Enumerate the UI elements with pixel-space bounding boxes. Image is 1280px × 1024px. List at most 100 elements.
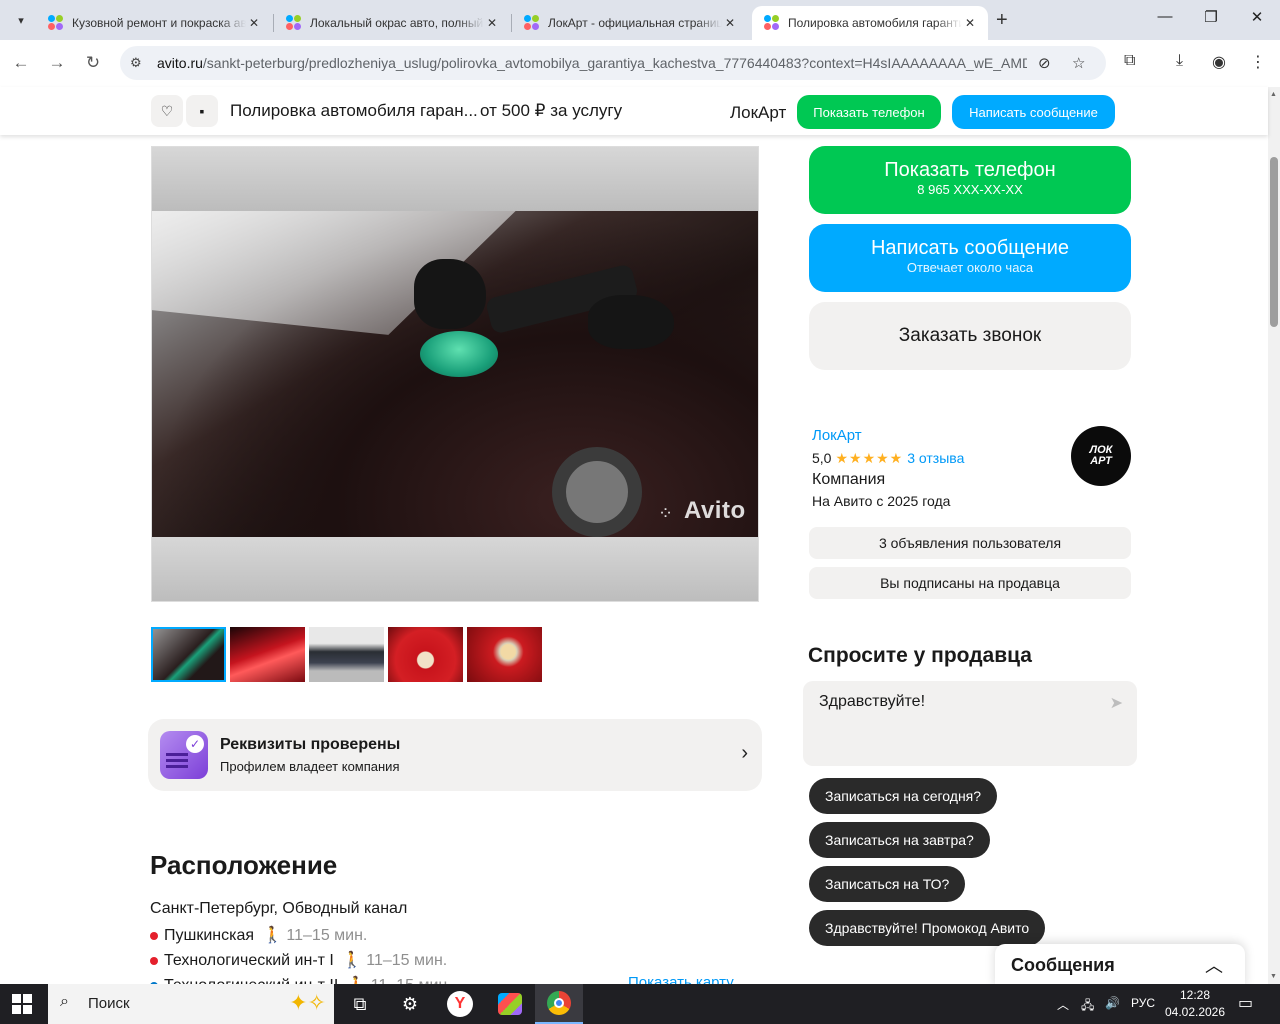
sparkle-icon: ✦✧ <box>289 990 326 1015</box>
messages-panel[interactable]: Сообщения ︿ <box>995 944 1245 988</box>
network-icon[interactable]: 🖧 <box>1081 996 1094 1017</box>
settings-gear-icon[interactable]: ⚙ <box>386 984 434 1024</box>
sticky-show-phone-button[interactable]: Показать телефон <box>797 95 941 129</box>
taskbar-search[interactable]: ⌕ Поиск ✦✧ <box>48 984 334 1024</box>
seller-type: Компания <box>812 471 886 488</box>
task-view-icon[interactable]: ⧉ <box>336 984 384 1024</box>
tab-title: ЛокАрт - официальная страница <box>548 16 722 30</box>
seller-logo-text: ЛОК АРТ <box>1089 444 1113 467</box>
page-scrollbar[interactable]: ▲ ▼ <box>1268 87 1280 984</box>
thumbnail-5[interactable] <box>467 627 542 682</box>
close-tab-icon[interactable]: ✕ <box>484 15 500 31</box>
scroll-down-icon[interactable]: ▼ <box>1270 973 1277 980</box>
scroll-up-icon[interactable]: ▲ <box>1270 91 1277 98</box>
show-phone-button[interactable]: Показать телефон 8 965 XXX-XX-XX <box>809 146 1131 214</box>
seller-rating: 5,0 ★★★★★ 3 отзыва <box>812 450 964 467</box>
avito-favicon-icon <box>764 15 780 31</box>
close-tab-icon[interactable]: ✕ <box>962 15 978 31</box>
tab-bodywork[interactable]: Кузовной ремонт и покраска авто ✕ <box>36 6 272 40</box>
verified-details-card[interactable]: ✓ Реквизиты проверены Профилем владеет к… <box>148 719 762 791</box>
verified-badge-icon: ✓ <box>160 731 208 779</box>
profile-icon[interactable]: ◉ <box>1212 52 1226 72</box>
avito-favicon-icon <box>524 15 540 31</box>
back-icon[interactable]: ← <box>8 50 34 76</box>
input-language[interactable]: РУС <box>1131 996 1155 1010</box>
masked-phone-number: 8 965 XXX-XX-XX <box>917 182 1023 197</box>
download-icon[interactable]: ⤓ <box>1176 52 1183 70</box>
request-callback-button[interactable]: Заказать звонок <box>809 302 1131 370</box>
yandex-browser-icon[interactable]: Y <box>436 984 484 1024</box>
verified-subtitle: Профилем владеет компания <box>220 759 400 774</box>
note-icon[interactable]: ▪ <box>186 95 218 127</box>
avito-logo-icon: ⁘ <box>658 503 674 523</box>
taskbar-clock[interactable]: 12:28 04.02.2026 <box>1160 987 1230 1021</box>
thumbnail-4[interactable] <box>388 627 463 682</box>
new-tab-icon[interactable]: + <box>996 9 1008 32</box>
reviews-link[interactable]: 3 отзыва <box>907 450 964 466</box>
ask-message-input[interactable]: Здравствуйте! ➤ <box>803 681 1137 766</box>
quick-question-chip[interactable]: Записаться на завтра? <box>809 822 990 858</box>
chrome-icon[interactable] <box>535 984 583 1024</box>
ask-message-text[interactable]: Здравствуйте! <box>819 693 925 711</box>
site-info-icon[interactable]: ⚙ <box>130 55 146 71</box>
photo-watermark: Avito <box>684 497 746 524</box>
rating-stars-icon: ★★★★★ <box>835 450 904 466</box>
thumbnail-1[interactable] <box>151 627 226 682</box>
windows-taskbar: ⌕ Поиск ✦✧ ⧉ ⚙ Y ︿ 🖧 🔊 РУС 12:28 04.02.2… <box>0 984 1280 1024</box>
walking-icon: 🚶 <box>262 927 283 944</box>
tab-title: Локальный окрас авто, полный <box>310 16 484 30</box>
clock-time: 12:28 <box>1179 988 1211 1002</box>
thumbnail-2[interactable] <box>230 627 305 682</box>
windows-start-icon[interactable] <box>12 994 32 1014</box>
main-photo[interactable]: ⁘ Avito <box>151 146 759 602</box>
sticky-seller-name[interactable]: ЛокАрт <box>730 103 786 123</box>
send-icon[interactable]: ➤ <box>1110 693 1123 713</box>
ask-seller-heading: Спросите у продавца <box>808 644 1032 667</box>
location-address: Санкт-Петербург, Обводный канал <box>150 900 408 917</box>
sticky-title: Полировка автомобиля гаран... <box>230 101 478 120</box>
tab-title: Полировка автомобиля гарантия <box>788 16 962 30</box>
minimize-icon[interactable]: — <box>1154 8 1176 25</box>
tab-lokart-page[interactable]: ЛокАрт - официальная страница ✕ <box>512 6 748 40</box>
quick-question-chip[interactable]: Записаться на ТО? <box>809 866 966 902</box>
restore-icon[interactable]: ❐ <box>1200 8 1222 26</box>
sticky-write-message-button[interactable]: Написать сообщение <box>952 95 1115 129</box>
tab-search-chevron-icon[interactable]: ▾ <box>8 7 34 33</box>
bookmark-star-icon[interactable]: ☆ <box>1072 54 1085 72</box>
tab-polishing[interactable]: Полировка автомобиля гарантия ✕ <box>752 6 988 40</box>
browser-toolbar: ← → ↻ ⚙ avito.ru/sankt-peterburg/predloz… <box>0 40 1280 86</box>
url-text[interactable]: avito.ru/sankt-peterburg/predlozheniya_u… <box>157 55 1027 71</box>
seller-ads-button[interactable]: 3 объявления пользователя <box>809 527 1131 559</box>
menu-kebab-icon[interactable]: ⋮ <box>1250 52 1266 72</box>
rating-value: 5,0 <box>812 450 832 466</box>
thumbnail-3[interactable] <box>309 627 384 682</box>
extensions-icon[interactable]: ⧉ <box>1124 52 1135 70</box>
subscribed-button[interactable]: Вы подписаны на продавца <box>809 567 1131 599</box>
sticky-ad-header: ♡ ▪ Полировка автомобиля гаран... от 500… <box>0 87 1268 135</box>
chevron-up-icon[interactable]: ︿ <box>1205 952 1223 978</box>
metro-line-icon <box>150 956 158 965</box>
tab-local-paint[interactable]: Локальный окрас авто, полный ✕ <box>274 6 510 40</box>
quick-question-chip[interactable]: Записаться на сегодня? <box>809 778 998 814</box>
walking-icon: 🚶 <box>342 952 363 969</box>
close-tab-icon[interactable]: ✕ <box>722 15 738 31</box>
favorite-heart-icon[interactable]: ♡ <box>151 95 183 127</box>
quick-question-chip[interactable]: Здравствуйте! Промокод Авито <box>809 910 1046 946</box>
seller-name-link[interactable]: ЛокАрт <box>812 427 862 444</box>
avito-favicon-icon <box>48 15 64 31</box>
eye-off-icon[interactable]: ⊘ <box>1038 54 1051 72</box>
tab-title: Кузовной ремонт и покраска авто <box>72 16 246 30</box>
tray-chevron-up-icon[interactable]: ︿ <box>1057 996 1069 1013</box>
write-message-button[interactable]: Написать сообщение Отвечает около часа <box>809 224 1131 292</box>
reload-icon[interactable]: ↻ <box>80 50 106 76</box>
scrollbar-thumb[interactable] <box>1270 157 1278 327</box>
close-window-icon[interactable]: ✕ <box>1246 8 1268 26</box>
address-bar[interactable]: ⚙ avito.ru/sankt-peterburg/predlozheniya… <box>120 46 1106 80</box>
close-tab-icon[interactable]: ✕ <box>246 15 262 31</box>
notifications-icon[interactable]: ▭ <box>1238 993 1253 1013</box>
metro-line-icon <box>150 931 158 940</box>
photos-app-icon[interactable] <box>486 984 534 1024</box>
seller-logo[interactable]: ЛОК АРТ <box>1071 426 1131 486</box>
forward-icon[interactable]: → <box>44 50 70 76</box>
volume-icon[interactable]: 🔊 <box>1105 996 1120 1010</box>
